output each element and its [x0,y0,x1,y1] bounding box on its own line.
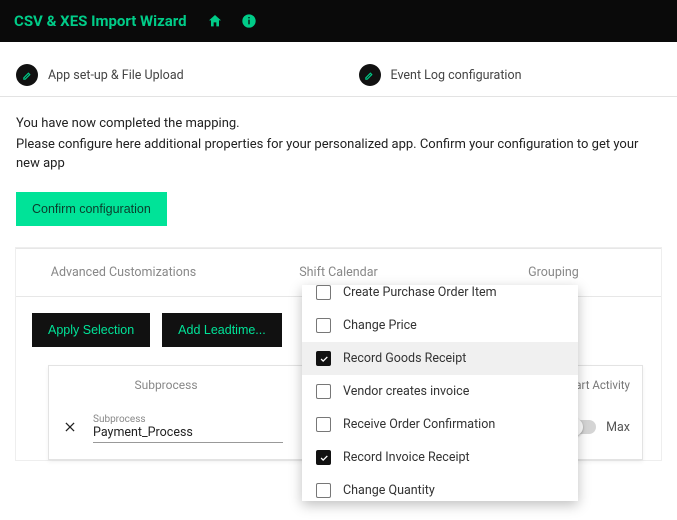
dropdown-option[interactable]: Record Invoice Receipt [302,441,578,474]
tab-advanced-customizations[interactable]: Advanced Customizations [16,249,231,297]
pencil-icon [359,64,381,86]
subprocess-field[interactable]: Subprocess Payment_Process [93,412,283,443]
activity-dropdown[interactable]: Create Purchase Order Item Change Price … [302,285,578,501]
max-label: Max [606,420,630,435]
home-icon[interactable] [205,11,225,31]
dropdown-scroll[interactable]: Create Purchase Order Item Change Price … [302,285,578,501]
checkbox-icon[interactable] [316,483,331,498]
option-label: Receive Order Confirmation [343,417,495,432]
field-label: Subprocess [93,414,283,425]
wizard-steps: App set-up & File Upload Event Log confi… [0,42,677,97]
dropdown-option[interactable]: Change Price [302,309,578,342]
dropdown-option[interactable]: Record Goods Receipt [302,342,578,375]
topbar: CSV & XES Import Wizard [0,0,677,42]
option-label: Change Quantity [343,483,435,498]
checkbox-icon[interactable] [316,285,331,300]
confirm-configuration-button[interactable]: Confirm configuration [16,192,167,226]
pencil-icon [16,64,38,86]
remove-row-button[interactable] [61,418,79,436]
info-icon[interactable] [239,11,259,31]
option-label: Vendor creates invoice [343,384,469,399]
step-event-log[interactable]: Event Log configuration [359,64,662,86]
option-label: Record Invoice Receipt [343,450,470,465]
dropdown-option[interactable]: Create Purchase Order Item [302,285,578,309]
checkbox-icon[interactable] [316,318,331,333]
apply-selection-button[interactable]: Apply Selection [32,313,150,347]
step-label: Event Log configuration [391,68,522,83]
checkbox-icon[interactable] [316,417,331,432]
intro-line-1: You have now completed the mapping. [16,115,661,134]
header-subprocess: Subprocess [61,378,271,392]
option-label: Create Purchase Order Item [343,285,497,300]
option-label: Change Price [343,318,417,333]
checkbox-icon[interactable] [316,351,331,366]
intro-text: You have now completed the mapping. Plea… [0,97,677,188]
step-label: App set-up & File Upload [48,68,184,83]
add-leadtime-button[interactable]: Add Leadtime... [162,313,282,347]
dropdown-option[interactable]: Receive Order Confirmation [302,408,578,441]
intro-line-2: Please configure here additional propert… [16,136,661,174]
option-label: Record Goods Receipt [343,351,466,366]
app-title: CSV & XES Import Wizard [14,12,187,30]
step-app-setup[interactable]: App set-up & File Upload [16,64,319,86]
checkbox-icon[interactable] [316,450,331,465]
checkbox-icon[interactable] [316,384,331,399]
dropdown-option[interactable]: Vendor creates invoice [302,375,578,408]
dropdown-option[interactable]: Change Quantity [302,474,578,501]
field-value: Payment_Process [93,425,283,440]
